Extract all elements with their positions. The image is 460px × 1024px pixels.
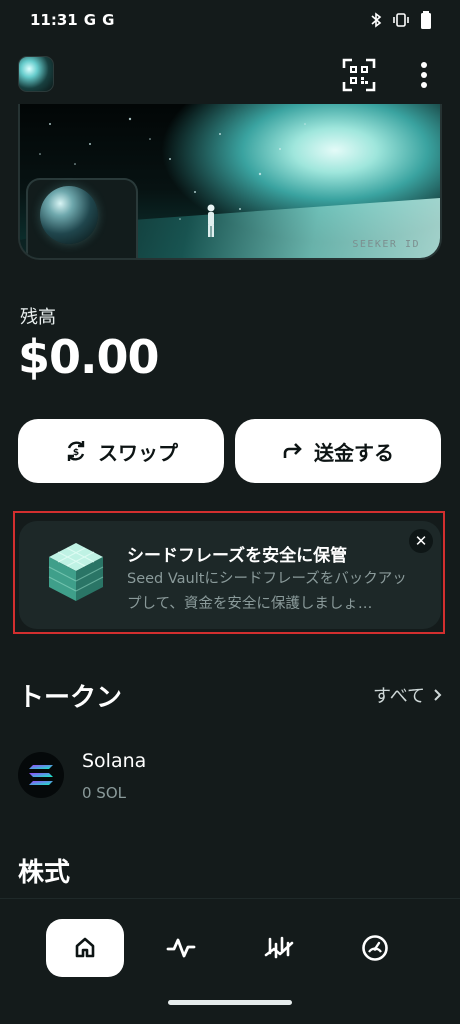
token-amount: 0 SOL — [82, 784, 126, 802]
qr-scan-button[interactable] — [338, 54, 380, 96]
nav-markets[interactable] — [240, 919, 318, 977]
svg-text:$: $ — [73, 448, 79, 458]
token-row-solana[interactable]: Solana 0 SOL — [18, 748, 442, 808]
balance-value: $0.00 — [18, 330, 160, 384]
see-all-tokens-link[interactable]: すべて — [373, 682, 442, 708]
astronaut-figure — [207, 204, 215, 237]
more-vertical-icon — [421, 62, 427, 88]
tokens-section-title: トークン — [18, 683, 123, 713]
token-name: Solana — [82, 750, 147, 772]
chevron-right-icon — [434, 689, 442, 701]
send-arrow-icon — [283, 443, 302, 458]
send-button-label: 送金する — [314, 440, 394, 465]
top-bar — [0, 52, 460, 100]
home-icon — [75, 937, 95, 958]
nav-dashboard[interactable] — [336, 919, 414, 977]
status-bar: 11:31 G G — [0, 0, 460, 40]
vibrate-icon — [393, 13, 409, 27]
bluetooth-icon — [371, 12, 382, 28]
seed-vault-promo-card[interactable]: シードフレーズを安全に保管 Seed Vaultにシードフレーズをバックアップし… — [19, 521, 441, 629]
home-indicator[interactable] — [168, 1000, 292, 1005]
more-options-button[interactable] — [408, 54, 440, 96]
promo-title: シードフレーズを安全に保管 — [127, 546, 348, 566]
google-notification-icon: G — [102, 11, 115, 29]
qr-scan-icon — [342, 58, 376, 92]
seed-vault-cube-icon — [48, 543, 104, 601]
seeker-id-label: SEEKER ID — [352, 239, 420, 250]
swap-button[interactable]: $ スワップ — [18, 419, 224, 483]
see-all-label: すべて — [372, 686, 425, 707]
markets-chart-icon — [264, 936, 294, 959]
bottom-navigation — [0, 898, 460, 1024]
stocks-section-title: 株式 — [18, 858, 71, 888]
promo-body: Seed Vaultにシードフレーズをバックアップして、資金を安全に保護しましょ… — [127, 571, 407, 612]
solana-logo-icon — [18, 752, 64, 798]
send-button[interactable]: 送金する — [235, 419, 441, 483]
battery-icon — [421, 11, 431, 29]
activity-icon — [166, 938, 196, 958]
swap-icon: $ — [67, 441, 85, 461]
seeker-orb-icon — [40, 186, 98, 244]
nav-activity[interactable] — [142, 919, 220, 977]
balance-label: 残高 — [20, 307, 56, 328]
close-icon[interactable]: ✕ — [409, 529, 433, 553]
status-time: 11:31 — [30, 11, 78, 29]
google-notification-icon: G — [83, 11, 97, 29]
dashboard-gauge-icon — [362, 935, 388, 961]
status-left: 11:31 G G — [30, 11, 114, 29]
status-right — [370, 11, 432, 29]
profile-avatar[interactable] — [18, 56, 54, 92]
swap-button-label: スワップ — [98, 440, 178, 465]
nav-home[interactable] — [46, 919, 124, 977]
seeker-id-card[interactable]: SEEKER ID — [18, 104, 442, 260]
